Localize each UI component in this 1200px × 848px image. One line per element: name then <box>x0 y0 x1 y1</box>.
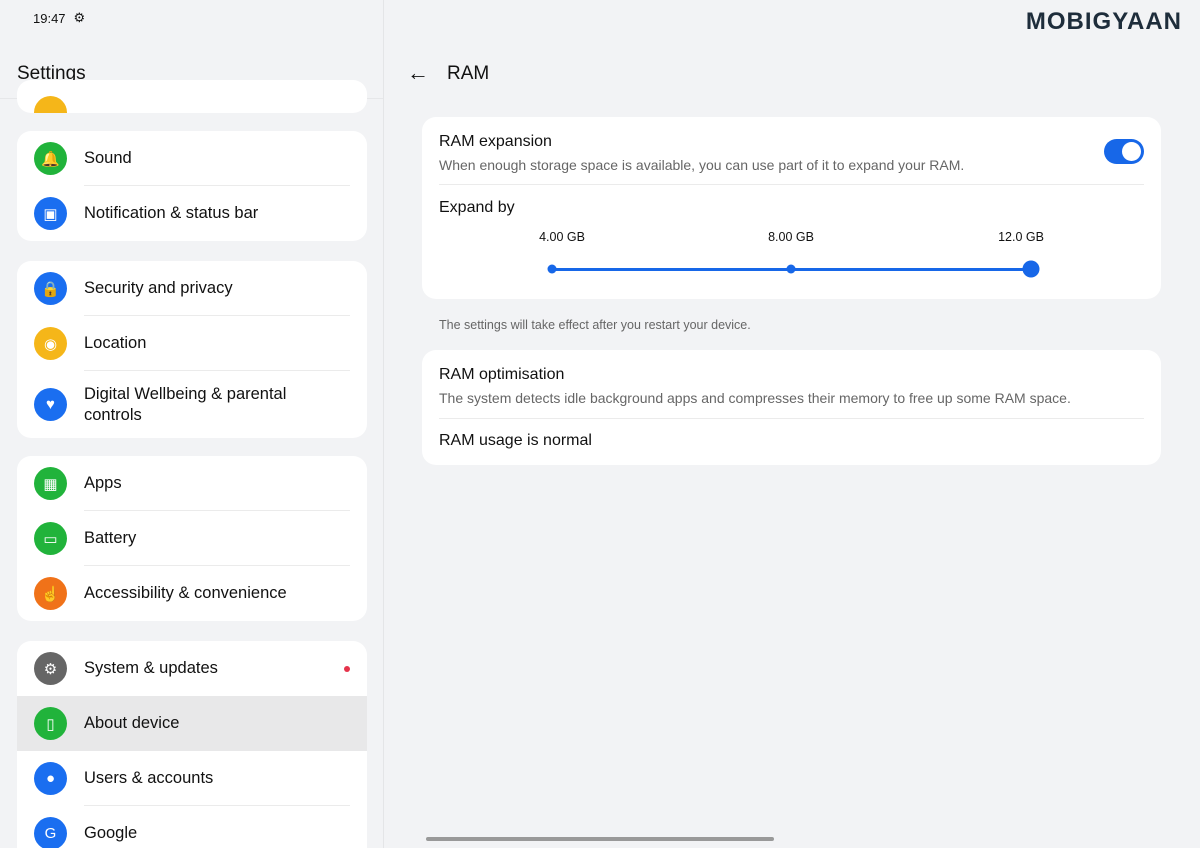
apps-icon: ▦ <box>34 467 67 500</box>
sidebar-item-sound[interactable]: 🔔 Sound <box>17 131 367 186</box>
sidebar-item-battery[interactable]: ▭ Battery <box>17 511 367 566</box>
google-icon: G <box>34 817 67 848</box>
settings-group: 🔔 Sound ▣ Notification & status bar <box>17 131 367 241</box>
ram-expansion-desc: When enough storage space is available, … <box>439 157 965 173</box>
option-label: 4.00 GB <box>539 230 585 244</box>
ram-optimisation-card[interactable]: RAM optimisation The system detects idle… <box>422 350 1161 465</box>
battery-icon: ▭ <box>34 522 67 555</box>
ram-usage-status: RAM usage is normal <box>439 432 592 449</box>
page-title: RAM <box>447 63 490 84</box>
ram-expansion-title: RAM expansion <box>439 133 552 150</box>
hand-icon: ☝ <box>34 577 67 610</box>
divider <box>439 184 1144 185</box>
slider-stop[interactable] <box>786 264 796 274</box>
sidebar-item-apps[interactable]: ▦ Apps <box>17 456 367 511</box>
location-icon: ◉ <box>34 327 67 360</box>
sidebar-item-label: System & updates <box>84 659 218 677</box>
watermark-logo: MOBIGYAAN <box>1025 8 1182 35</box>
option-label: 12.0 GB <box>998 230 1044 244</box>
bell-icon: 🔔 <box>34 142 67 175</box>
partial-group <box>17 80 367 113</box>
ram-page: MOBIGYAAN ← RAM RAM expansion When enoug… <box>385 0 1200 848</box>
slider-thumb[interactable] <box>1022 260 1040 278</box>
sidebar-item-google[interactable]: G Google <box>17 806 367 848</box>
sidebar-item-about-device[interactable]: ▯ About device <box>17 696 367 751</box>
home-indicator[interactable] <box>426 837 774 841</box>
expand-by-label: Expand by <box>439 199 515 216</box>
notification-icon: ▣ <box>34 197 67 230</box>
ram-optimisation-desc: The system detects idle background apps … <box>439 390 1071 406</box>
ram-expansion-card: RAM expansion When enough storage space … <box>422 117 1161 299</box>
settings-group: ⚙ System & updates ▯ About device ● Users & a… <box>17 641 367 848</box>
clock: 19:47 <box>33 10 66 26</box>
settings-group: ▦ Apps ▭ Battery ☝ Accessibility & convenienc… <box>17 456 367 621</box>
user-icon: ● <box>34 762 67 795</box>
ram-expansion-toggle[interactable] <box>1104 139 1144 164</box>
sidebar-item-label: Accessibility & convenience <box>84 584 287 602</box>
heart-person-icon: ♥ <box>34 388 67 421</box>
sidebar-item-location[interactable]: ◉ Location <box>17 316 367 371</box>
sidebar-item-accessibility-convenience[interactable]: ☝ Accessibility & convenience <box>17 566 367 621</box>
back-arrow-icon[interactable]: ← <box>407 60 429 86</box>
settings-group: 🔒 Security and privacy ◉ Location ♥ Digital W… <box>17 261 367 438</box>
restart-note: The settings will take effect after you … <box>439 318 751 332</box>
update-badge <box>344 665 350 672</box>
sidebar-item-label: Users & accounts <box>84 769 214 787</box>
status-bar: 19:47 ⚙ <box>33 10 85 26</box>
phone-icon: ▯ <box>34 707 67 740</box>
gear-icon: ⚙ <box>34 652 67 685</box>
sidebar-item-label: Sound <box>84 149 132 167</box>
sidebar-item-label: Battery <box>84 529 137 547</box>
sidebar-item-notification-status-bar[interactable]: ▣ Notification & status bar <box>17 186 367 241</box>
sidebar-item-users-accounts[interactable]: ● Users & accounts <box>17 751 367 806</box>
sidebar-item-label: About device <box>84 714 180 732</box>
shield-icon: 🔒 <box>34 272 67 305</box>
sidebar-item-label: Location <box>84 334 147 352</box>
sidebar-item-label: Digital Wellbeing & parental controls <box>84 384 287 424</box>
sidebar-item-digital-wellbeing-parental-controls[interactable]: ♥ Digital Wellbeing & parental controls <box>17 371 367 438</box>
divider <box>439 418 1144 419</box>
sidebar-item-label: Apps <box>84 474 122 492</box>
sidebar-item-security-and-privacy[interactable]: 🔒 Security and privacy <box>17 261 367 316</box>
gear-icon: ⚙ <box>73 10 86 25</box>
sidebar-item-label: Notification & status bar <box>84 204 259 222</box>
option-label: 8.00 GB <box>768 230 814 244</box>
settings-sidebar: 19:47 ⚙ Settings 🔔 Sound ▣ Notification & st… <box>0 0 384 848</box>
sidebar-item-label: Google <box>84 824 138 842</box>
slider-stop[interactable] <box>547 264 557 274</box>
ram-optimisation-title: RAM optimisation <box>439 366 565 383</box>
sidebar-item-label: Security and privacy <box>84 279 233 297</box>
sidebar-item-system-updates[interactable]: ⚙ System & updates <box>17 641 367 696</box>
